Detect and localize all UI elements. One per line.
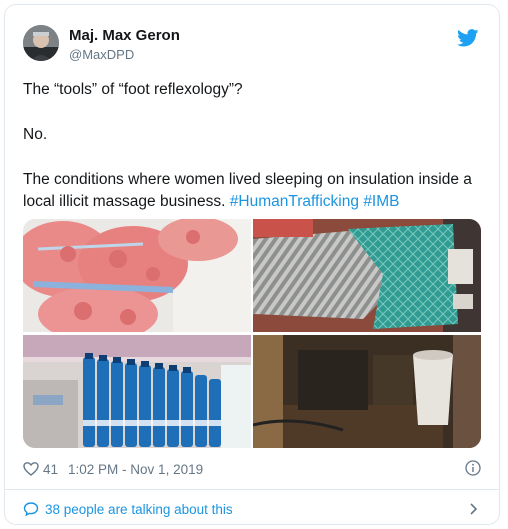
hashtag-link[interactable]: #IMB — [363, 193, 399, 210]
tweet-photo[interactable] — [253, 219, 481, 332]
tweet-photo[interactable] — [253, 335, 481, 448]
speech-bubble-icon — [23, 501, 39, 517]
chevron-right-icon[interactable] — [467, 501, 481, 517]
tweet-paragraph: The conditions where women lived sleepin… — [23, 169, 485, 213]
tweet-photo[interactable] — [23, 335, 251, 448]
tweet-text: The “tools” of “foot reflexology”? No. T… — [23, 79, 485, 213]
avatar[interactable] — [23, 25, 59, 61]
info-icon[interactable] — [465, 460, 481, 476]
hashtag-link[interactable]: #HumanTrafficking — [230, 193, 359, 210]
twitter-bird-icon[interactable] — [457, 29, 479, 47]
tweet-paragraph: No. — [23, 126, 48, 143]
timestamp[interactable]: 1:02 PM - Nov 1, 2019 — [68, 462, 203, 477]
tweet-meta: 41 1:02 PM - Nov 1, 2019 — [23, 459, 481, 479]
conversation-link[interactable]: 38 people are talking about this — [23, 499, 481, 519]
tweet-photo[interactable] — [23, 219, 251, 332]
tweet-paragraph: The “tools” of “foot reflexology”? — [23, 81, 243, 98]
photo-grid — [23, 219, 481, 448]
author-handle[interactable]: @MaxDPD — [69, 47, 134, 62]
heart-icon[interactable] — [23, 461, 39, 477]
divider — [5, 489, 499, 490]
tweet-card[interactable]: Maj. Max Geron @MaxDPD The “tools” of “f… — [4, 4, 500, 525]
conversation-label[interactable]: 38 people are talking about this — [45, 502, 233, 517]
author-name[interactable]: Maj. Max Geron — [69, 27, 180, 44]
like-count[interactable]: 41 — [43, 462, 58, 477]
